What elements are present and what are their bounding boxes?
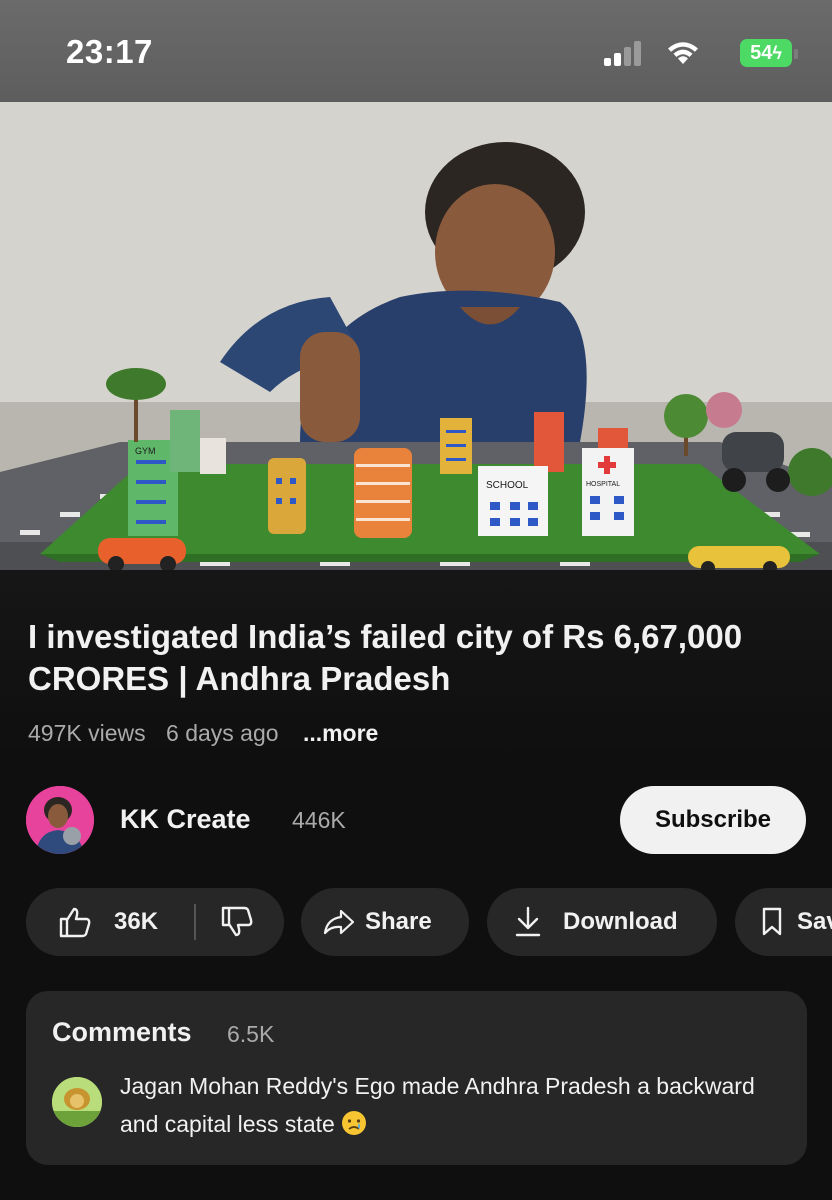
view-count: 497K views <box>28 720 146 746</box>
video-info-panel: I investigated India’s failed city of Rs… <box>0 570 832 1200</box>
wifi-icon <box>668 42 698 64</box>
commenter-avatar <box>52 1077 102 1127</box>
commenter-avatar-image <box>52 1077 102 1127</box>
video-meta[interactable]: 497K views 6 days ago ...more <box>28 720 392 747</box>
thumbs-up-icon <box>59 907 91 938</box>
signal-icon <box>604 41 641 66</box>
dislike-button[interactable] <box>220 906 254 945</box>
like-divider <box>194 904 196 940</box>
upload-age: 6 days ago <box>166 720 279 746</box>
battery-charging-icon: 54ϟ <box>740 39 798 67</box>
video-player[interactable]: GYM SCHOOL HOSPITAL <box>0 102 832 570</box>
like-dislike-pill: 36K <box>26 888 284 956</box>
crying-face-icon <box>342 1111 367 1135</box>
comments-count: 6.5K <box>227 1021 275 1047</box>
download-button[interactable]: Download <box>487 888 717 956</box>
thumbs-down-icon <box>221 906 253 937</box>
like-count: 36K <box>114 908 159 935</box>
status-time: 23:17 <box>66 33 153 70</box>
subscribe-button[interactable]: Subscribe <box>620 786 806 854</box>
status-icons: 54ϟ <box>592 38 798 68</box>
download-label: Download <box>563 908 678 935</box>
save-label: Save <box>797 908 832 935</box>
comments-card[interactable]: Comments 6.5K Jagan Mohan Reddy's Ego ma… <box>26 991 807 1165</box>
share-arrow-icon <box>323 909 355 935</box>
share-label: Share <box>365 908 432 935</box>
download-icon <box>515 906 541 937</box>
top-comment: Jagan Mohan Reddy's Ego made Andhra Prad… <box>120 1067 780 1143</box>
comments-title: Comments <box>52 1017 192 1047</box>
action-bar: 36K Share Download Sa <box>26 888 832 958</box>
like-button[interactable]: 36K <box>58 906 158 938</box>
battery-tip <box>794 49 798 59</box>
top-comment-text: Jagan Mohan Reddy's Ego made Andhra Prad… <box>120 1073 755 1137</box>
channel-avatar[interactable] <box>26 786 94 854</box>
video-frame-illustration: GYM SCHOOL HOSPITAL <box>0 102 832 570</box>
charging-bolt: ϟ <box>772 43 782 63</box>
channel-name[interactable]: KK Create <box>120 804 251 835</box>
label-school: SCHOOL <box>486 480 529 491</box>
video-title[interactable]: I investigated India’s failed city of Rs… <box>28 616 808 700</box>
save-button[interactable]: Save <box>735 888 832 956</box>
more-link[interactable]: ...more <box>303 720 378 746</box>
share-button[interactable]: Share <box>301 888 469 956</box>
label-gym: GYM <box>135 446 156 456</box>
battery-level: 54 <box>750 42 773 64</box>
label-hospital: HOSPITAL <box>586 481 620 488</box>
avatar-image <box>26 786 94 854</box>
status-bar: 23:17 54ϟ <box>0 0 832 102</box>
subscriber-count: 446K <box>292 807 346 833</box>
bookmark-icon <box>762 907 782 936</box>
youtube-watch-screen: 23:17 54ϟ GYM SCHOOL HOSPITAL I investig… <box>0 0 832 1200</box>
